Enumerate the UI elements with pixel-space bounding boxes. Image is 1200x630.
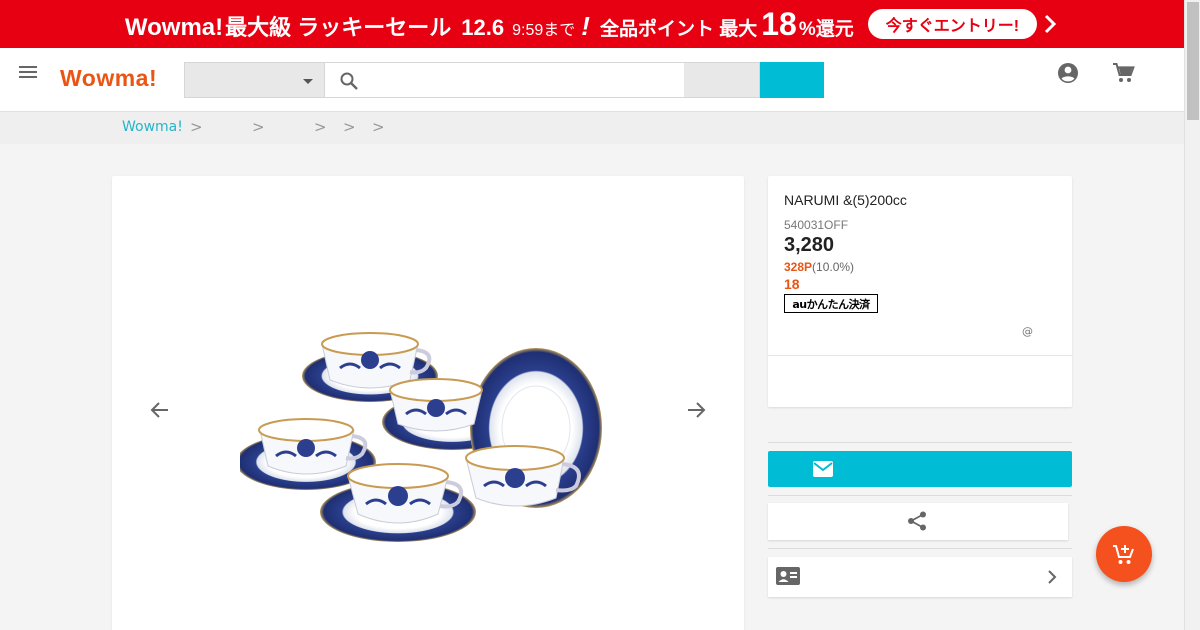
caret-down-icon bbox=[303, 79, 313, 84]
mail-icon bbox=[812, 459, 834, 479]
product-code: 540031OFF bbox=[784, 218, 849, 232]
breadcrumb-separator: > bbox=[190, 118, 203, 136]
au-payment-badge: auかんたん決済 bbox=[784, 294, 878, 313]
product-info-card: NARUMI &(5)200cc 540031OFF 3,280 328P(10… bbox=[768, 176, 1072, 407]
breadcrumb-separator: > bbox=[372, 118, 385, 136]
product-photo-teacup-set[interactable] bbox=[240, 316, 610, 566]
product-price: 3,280 bbox=[784, 234, 835, 256]
search-scope-select[interactable] bbox=[684, 62, 760, 98]
banner-points-label: 全品ポイント 最大 bbox=[599, 18, 758, 40]
banner-date: 12.6 bbox=[461, 14, 505, 40]
points-rate: (10.0%) bbox=[812, 260, 855, 274]
chevron-right-icon[interactable] bbox=[1043, 9, 1059, 39]
arrow-left-icon[interactable] bbox=[148, 398, 172, 422]
banner-exclamation: ! bbox=[581, 10, 590, 41]
page-scrollbar[interactable] bbox=[1184, 0, 1200, 630]
points-row: 328P(10.0%) bbox=[784, 260, 854, 274]
search-input[interactable] bbox=[369, 63, 679, 97]
search-icon bbox=[339, 71, 359, 91]
entry-now-button[interactable]: 今すぐエントリー! bbox=[867, 9, 1038, 39]
banner-brand: Wowma! bbox=[124, 13, 224, 41]
add-to-cart-icon bbox=[1112, 542, 1136, 566]
divider bbox=[768, 442, 1072, 443]
points-value: 328P bbox=[784, 260, 813, 274]
mail-button[interactable] bbox=[768, 451, 1072, 487]
breadcrumb-separator: > bbox=[314, 118, 327, 136]
scrollbar-thumb[interactable] bbox=[1187, 2, 1199, 120]
category-select[interactable] bbox=[184, 62, 325, 98]
contact-card-row[interactable] bbox=[768, 557, 1072, 597]
search-button[interactable] bbox=[760, 62, 824, 98]
divider bbox=[768, 355, 1072, 356]
breadcrumb-separator: > bbox=[343, 118, 356, 136]
account-icon[interactable] bbox=[1056, 61, 1080, 85]
contact-card-icon bbox=[776, 565, 800, 587]
banner-sale-title: 最大級 ラッキーセール bbox=[225, 14, 452, 40]
divider bbox=[768, 495, 1072, 496]
cart-icon[interactable] bbox=[1112, 61, 1136, 85]
breadcrumb: Wowma! > > > > > bbox=[0, 112, 1184, 144]
banner-time: 9:59まで bbox=[512, 21, 576, 39]
site-header: Wowma! bbox=[0, 48, 1184, 112]
breadcrumb-home-link[interactable]: Wowma! bbox=[122, 119, 183, 135]
banner-points-number: 18 bbox=[761, 5, 797, 42]
breadcrumb-separator: > bbox=[252, 118, 265, 136]
promo-banner-text: Wowma! 最大級 ラッキーセール 12.6 9:59まで ! 全品ポイント … bbox=[125, 6, 854, 43]
promo-banner[interactable]: Wowma! 最大級 ラッキーセール 12.6 9:59まで ! 全品ポイント … bbox=[0, 0, 1184, 48]
menu-icon[interactable] bbox=[17, 61, 39, 83]
chevron-right-icon bbox=[1042, 566, 1062, 588]
add-to-cart-fab[interactable] bbox=[1096, 526, 1152, 582]
wowma-logo[interactable]: Wowma! bbox=[60, 65, 157, 92]
share-icon bbox=[906, 510, 928, 532]
at-mark: @ bbox=[1022, 325, 1033, 338]
arrow-right-icon[interactable] bbox=[684, 398, 708, 422]
search-box bbox=[324, 62, 685, 98]
bonus-points: 18 bbox=[784, 276, 800, 292]
share-button[interactable] bbox=[768, 503, 1068, 540]
product-image-card bbox=[112, 176, 744, 630]
banner-points-suffix: %還元 bbox=[798, 18, 854, 40]
divider bbox=[768, 548, 1072, 549]
product-title: NARUMI &(5)200cc bbox=[784, 192, 907, 208]
